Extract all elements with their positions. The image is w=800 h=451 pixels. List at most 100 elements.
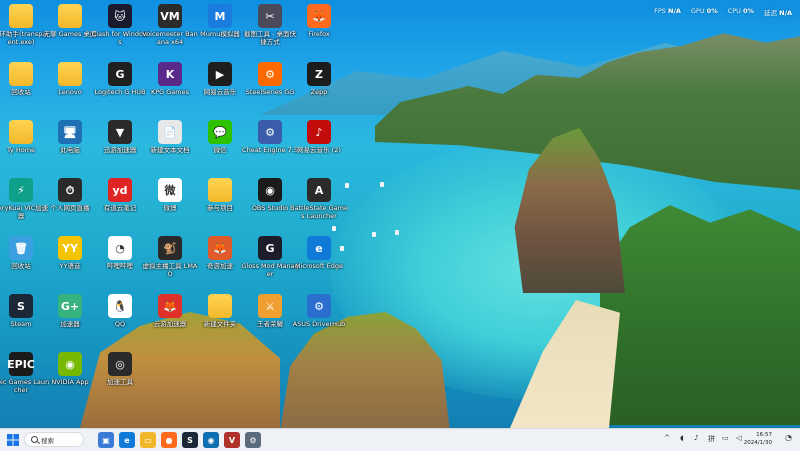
taskbar-settings-icon[interactable]: ⚙ bbox=[245, 432, 261, 448]
app-icon: YY bbox=[58, 236, 82, 260]
taskbar-app-blue-icon[interactable]: ◉ bbox=[203, 432, 219, 448]
app-icon: yd bbox=[108, 178, 132, 202]
gpu-value: 0% bbox=[706, 7, 718, 15]
latency-value: N/A bbox=[779, 9, 792, 17]
start-button[interactable] bbox=[5, 432, 21, 448]
app-icon: Z bbox=[307, 62, 331, 86]
app-icon: 🗑 bbox=[9, 236, 33, 260]
app-icon: G bbox=[108, 62, 132, 86]
app-icon: 微 bbox=[158, 178, 182, 202]
app-icon: A bbox=[307, 178, 331, 202]
app-icon: ⚡ bbox=[9, 178, 33, 202]
folder-icon bbox=[58, 4, 82, 28]
latency-stat: 延迟 N/A bbox=[764, 7, 792, 17]
network-icon[interactable]: ▭ bbox=[722, 434, 729, 442]
desktop-icon[interactable]: ♪ 网易云音乐 (2) bbox=[290, 120, 348, 155]
app-icon: 📄 bbox=[158, 120, 182, 144]
app-icon: ◉ bbox=[58, 352, 82, 376]
headset-icon[interactable]: ◖ bbox=[680, 434, 684, 442]
fps-stat: FPS N/A bbox=[654, 7, 681, 17]
app-icon: 🖥 bbox=[58, 120, 82, 144]
desktop-icon-label: ASUS DriverHub bbox=[292, 321, 346, 328]
boat bbox=[332, 226, 336, 231]
taskbar-file-explorer-icon[interactable]: ▭ bbox=[140, 432, 156, 448]
performance-overlay: FPS N/A GPU 0% CPU 0% 延迟 N/A bbox=[654, 7, 792, 17]
clock-date: 2024/1/30 bbox=[743, 440, 772, 446]
gpu-stat: GPU 0% bbox=[691, 7, 718, 17]
volume-icon[interactable]: ◁ bbox=[736, 434, 741, 442]
app-icon: ⚙ bbox=[258, 62, 282, 86]
desktop-icon[interactable]: ⚙ ASUS DriverHub bbox=[290, 294, 348, 329]
app-icon: S bbox=[9, 294, 33, 318]
app-icon: G bbox=[258, 236, 282, 260]
app-icon: ◔ bbox=[108, 236, 132, 260]
taskbar-search[interactable]: 搜索 bbox=[24, 432, 84, 447]
app-icon: EPIC bbox=[7, 352, 35, 376]
desktop-icon-label: 网易云音乐 (2) bbox=[297, 147, 341, 154]
desktop-icon[interactable]: A BattleState Games Launcher bbox=[290, 178, 348, 220]
app-icon: 🐧 bbox=[108, 294, 132, 318]
ime-icon[interactable]: 拼 bbox=[708, 434, 715, 444]
cpu-value: 0% bbox=[743, 7, 755, 15]
fps-label: FPS bbox=[654, 7, 666, 15]
folder-icon bbox=[9, 120, 33, 144]
app-icon: ▶ bbox=[208, 62, 232, 86]
cpu-stat: CPU 0% bbox=[728, 7, 754, 17]
taskbar: 搜索 ▣ e ▭ ● S ◉ V ⚙ ^ ◖ ♪ 拼 ▭ ◁ 16:57 2024/1/30 … bbox=[0, 428, 800, 451]
app-icon: ✂ bbox=[258, 4, 282, 28]
folder-icon bbox=[208, 178, 232, 202]
app-icon: ♪ bbox=[307, 120, 331, 144]
fps-value: N/A bbox=[668, 7, 681, 15]
app-icon: ◎ bbox=[108, 352, 132, 376]
taskbar-edge-icon[interactable]: e bbox=[119, 432, 135, 448]
windows-logo-icon bbox=[7, 434, 19, 446]
boat bbox=[372, 232, 376, 237]
folder-icon bbox=[208, 294, 232, 318]
cpu-label: CPU bbox=[727, 7, 741, 15]
app-icon: 🦊 bbox=[307, 4, 331, 28]
desktop-icon-label: Microsoft Edge bbox=[294, 263, 343, 270]
latency-label: 延迟 bbox=[764, 9, 778, 17]
app-icon: 🦊 bbox=[208, 236, 232, 260]
app-icon: G+ bbox=[58, 294, 82, 318]
folder-icon bbox=[9, 62, 33, 86]
app-icon: 🦊 bbox=[158, 294, 182, 318]
desktop-icon[interactable]: Z Zepp bbox=[290, 62, 348, 97]
desktop-icon-label: 加速工具 bbox=[107, 379, 133, 386]
taskbar-clock[interactable]: 16:57 2024/1/30 bbox=[744, 431, 772, 447]
app-icon: M bbox=[208, 4, 232, 28]
app-icon: 💬 bbox=[208, 120, 232, 144]
folder-icon bbox=[9, 4, 33, 28]
app-icon: VM bbox=[158, 4, 182, 28]
desktop-icon[interactable]: e Microsoft Edge bbox=[290, 236, 348, 271]
clock-time: 16:57 bbox=[756, 432, 772, 438]
taskbar-task-view-icon[interactable]: ▣ bbox=[98, 432, 114, 448]
app-icon: 🐒 bbox=[158, 236, 182, 260]
chevron-up-icon[interactable]: ^ bbox=[664, 434, 670, 442]
app-icon: 🐱 bbox=[108, 4, 132, 28]
app-icon: e bbox=[307, 236, 331, 260]
wallpaper-right-jungle bbox=[600, 205, 800, 425]
app-icon: ⚙ bbox=[307, 294, 331, 318]
boat bbox=[395, 230, 399, 235]
app-icon: ⚔ bbox=[258, 294, 282, 318]
taskbar-steam-icon[interactable]: S bbox=[182, 432, 198, 448]
boat bbox=[380, 182, 384, 187]
taskbar-voicemeeter-icon[interactable]: V bbox=[224, 432, 240, 448]
desktop-icon-label: Firefox bbox=[308, 31, 330, 38]
app-icon: ◉ bbox=[258, 178, 282, 202]
app-icon: ⏱ bbox=[58, 178, 82, 202]
desktop-icon[interactable]: ◎ 加速工具 bbox=[91, 352, 149, 387]
desktop-icon-label: BattleState Games Launcher bbox=[290, 205, 348, 220]
app-icon: ▼ bbox=[108, 120, 132, 144]
search-icon bbox=[31, 436, 38, 443]
gpu-label: GPU bbox=[690, 7, 705, 15]
app-icon: ⚙ bbox=[258, 120, 282, 144]
notification-bell-icon[interactable]: ◔ bbox=[785, 433, 792, 442]
desktop-icon-label: Zepp bbox=[310, 89, 328, 96]
app-icon: K bbox=[158, 62, 182, 86]
microphone-icon[interactable]: ♪ bbox=[694, 434, 698, 442]
desktop-icon[interactable]: 🦊 Firefox bbox=[290, 4, 348, 39]
taskbar-firefox-icon[interactable]: ● bbox=[161, 432, 177, 448]
search-placeholder: 搜索 bbox=[41, 436, 54, 445]
